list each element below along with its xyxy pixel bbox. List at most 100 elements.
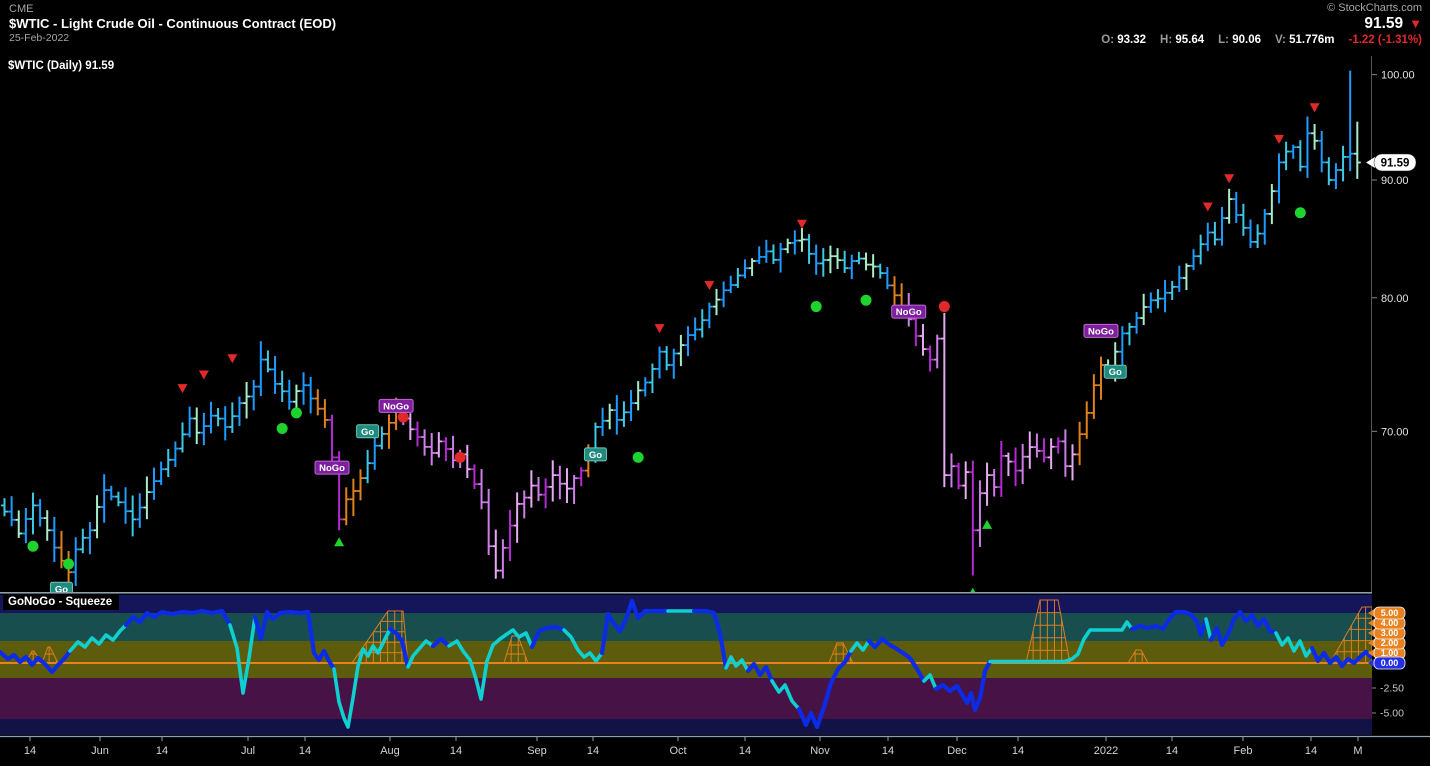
go-badge: Go [357,425,379,438]
nogo-badge: NoGo [892,305,926,318]
squeeze-pane [0,595,1372,735]
price-bar [179,422,186,452]
price-bar [1090,374,1097,419]
price-bar [236,397,243,427]
tag-value: 91.59 [1381,157,1410,169]
nogo-continuation-dot [939,301,950,312]
price-bar [1055,437,1062,453]
price-bar [578,467,585,486]
price-bar [1211,222,1218,246]
stockcharts-chart-window: CME $WTIC - Light Crude Oil - Continuous… [0,0,1430,766]
x-tick-label: 14 [1166,745,1178,757]
badge-label: NoGo [1088,326,1114,337]
countertrend-down-triangle [199,370,209,379]
price-bar [542,478,549,508]
price-bar [200,413,207,445]
chart-canvas[interactable]: GoNoGoGoNoGoGoNoGoNoGoGo100.0090.0080.00… [0,0,1430,766]
badge-label: NoGo [383,401,409,412]
countertrend-down-triangle [1274,135,1284,144]
price-bar [101,474,108,523]
price-bar [1204,223,1211,251]
price-bar [86,522,93,554]
price-bar [499,539,506,578]
price-bar [272,356,279,394]
tag-notch [1366,157,1375,168]
price-bar [706,303,713,329]
x-tick-label: 14 [739,745,751,757]
x-tick-label: 14 [587,745,599,757]
price-bar [713,289,720,315]
squeeze-zero-tag: 0.00 [1368,657,1405,669]
price-bar [1076,422,1083,465]
price-bar [428,433,435,465]
price-bar [1290,145,1297,159]
x-tick-label: 14 [882,745,894,757]
price-bar [229,402,236,433]
countertrend-up-triangle [334,537,344,546]
price-bar [1162,280,1169,312]
go-badge: Go [584,448,606,461]
go-continuation-dot [1295,207,1306,218]
go-continuation-dot [277,423,288,434]
price-bar [507,510,514,561]
price-bar [1283,142,1290,171]
go-continuation-dot [633,452,644,463]
x-tick-label: 14 [1012,745,1024,757]
price-bar [770,244,777,264]
price-bar [378,427,385,450]
price-pane-legend: $WTIC (Daily) 91.59 [8,60,114,72]
price-bar [1026,432,1033,469]
badge-label: Go [589,450,602,461]
price-bar [1226,189,1233,224]
badge-label: Go [361,427,374,438]
price-bar [777,243,784,273]
price-bar [549,460,556,501]
price-bar [186,407,193,438]
price-bar [991,469,998,497]
y-tick-label: 80.00 [1381,293,1409,305]
go-continuation-dot [811,301,822,312]
price-bar [1197,235,1204,265]
price-bar [471,464,478,489]
price-bar [1183,263,1190,290]
price-bar [784,239,791,254]
price-bar [357,469,364,500]
price-bar [927,346,934,372]
price-bar [556,466,563,500]
price-bar [421,429,428,455]
countertrend-down-triangle [704,281,714,290]
price-bar [44,510,51,541]
tag-value: 5.00 [1381,608,1399,618]
squeeze-tick-label: -5.00 [1380,708,1404,720]
price-bar [1297,140,1304,171]
x-tick-label: 14 [1305,745,1317,757]
y-tick-label: 70.00 [1381,426,1409,438]
go-continuation-dot [291,407,302,418]
price-bar [300,372,307,405]
countertrend-down-triangle [1224,174,1234,183]
price-bar [791,230,798,254]
price-bar [1033,434,1040,458]
price-bar [321,399,328,428]
price-bar [727,276,734,293]
price-bar [613,395,620,435]
x-tick-label: Jun [91,745,109,757]
price-bar [1347,71,1354,172]
go-continuation-dot [63,559,74,570]
nogo-badge: NoGo [379,399,413,412]
price-bar [1133,312,1140,334]
y-tick-label: 90.00 [1381,175,1409,187]
price-bar [1275,153,1282,203]
price-bar [1311,124,1318,150]
price-bar [806,234,813,264]
x-tick-label: Oct [669,745,686,757]
price-bar [435,432,442,457]
price-bar [1254,224,1261,248]
price-bar [492,530,499,579]
price-bar [827,246,834,274]
price-bar [984,463,991,506]
tag-value: 3.00 [1381,628,1399,638]
price-bar [1012,448,1019,487]
price-bar [1190,249,1197,270]
price-bar [606,404,613,430]
